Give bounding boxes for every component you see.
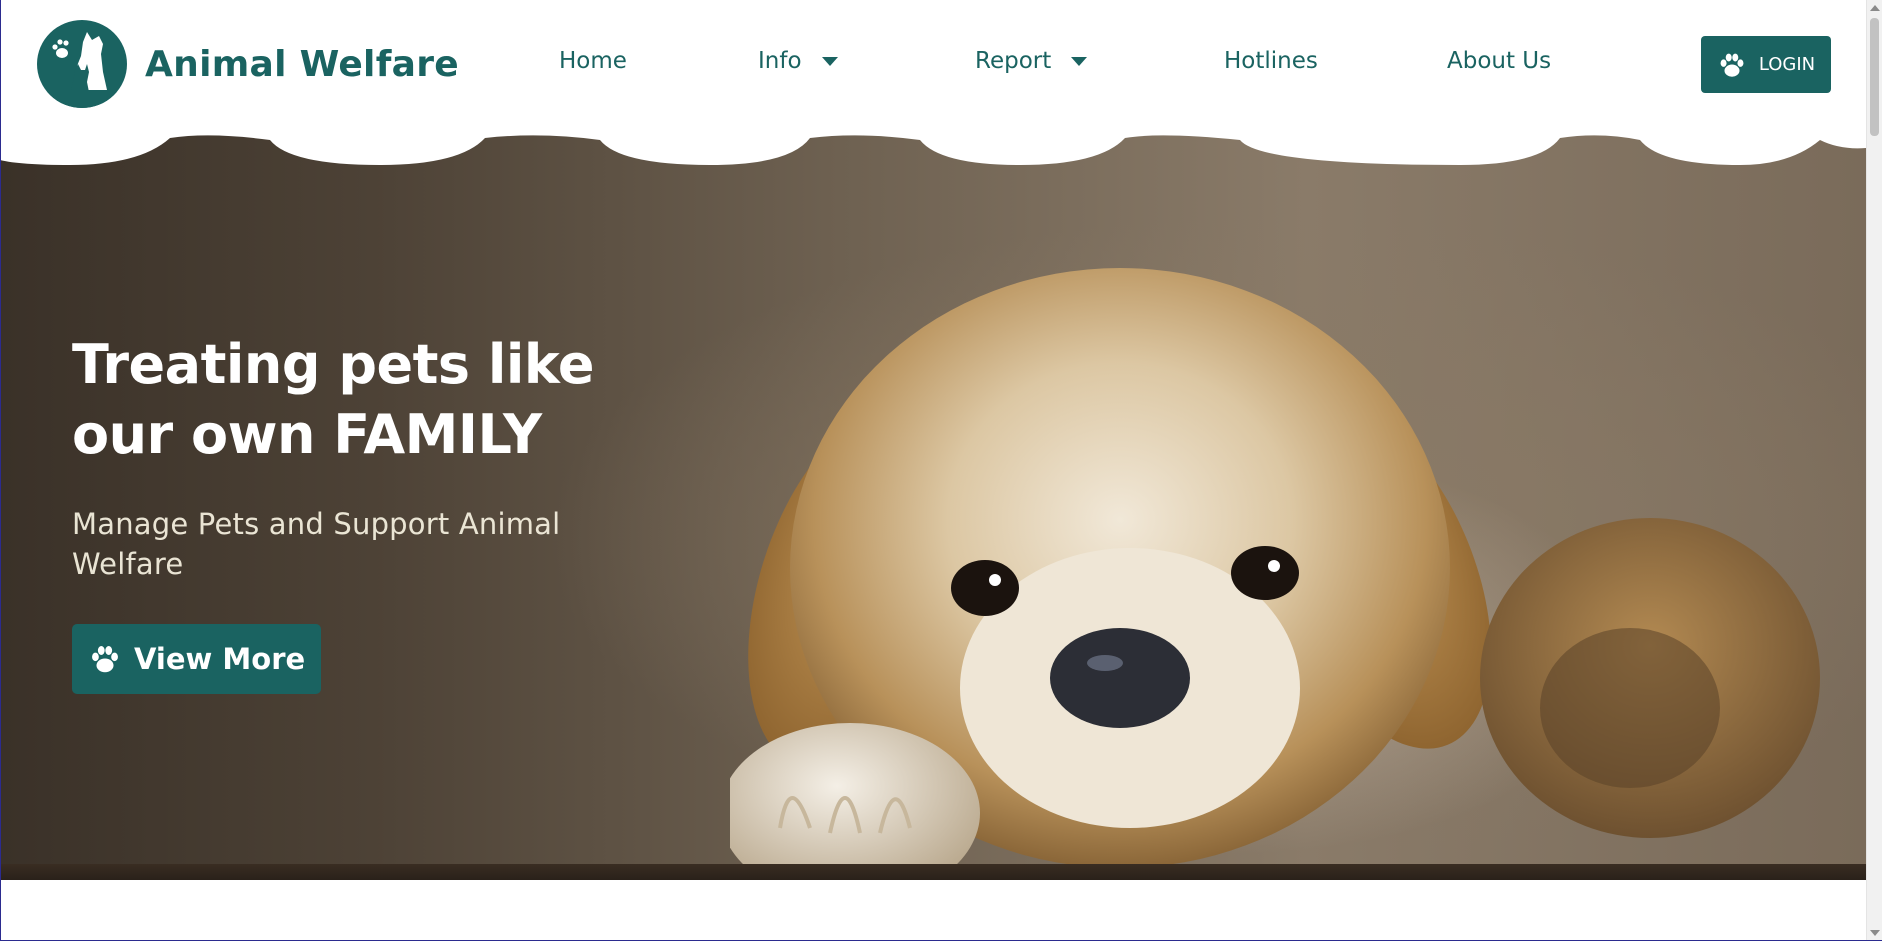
nav-item-label: About Us [1447, 48, 1552, 74]
scrollbar-thumb[interactable] [1870, 18, 1879, 136]
below-hero-area [0, 880, 1866, 941]
puppy-photo [730, 268, 1866, 880]
hero-subtitle: Manage Pets and Support Animal Welfare [72, 507, 561, 581]
login-label: LOGIN [1758, 54, 1816, 75]
nav-item-label: Report [975, 48, 1052, 74]
hero-title-line1: Treating pets like [72, 333, 594, 396]
nav-item-home[interactable]: Home [559, 48, 627, 74]
dog-cat-paw-logo [37, 20, 127, 108]
page: Treating pets like our own FAMILY Manage… [0, 0, 1866, 941]
nav-item-info[interactable]: Info [758, 48, 838, 74]
chevron-down-icon [1071, 56, 1088, 66]
hero-copy: Treating pets like our own FAMILY Manage… [72, 330, 692, 694]
brand-logo[interactable]: Animal Welfare [37, 20, 459, 108]
site-header: Animal Welfare Home Info Report Hotlines… [0, 0, 1866, 170]
hero-title: Treating pets like our own FAMILY [72, 330, 692, 470]
view-more-button[interactable]: View More [72, 624, 322, 694]
scroll-down-icon[interactable] [1870, 930, 1880, 936]
hero-ground [0, 864, 1866, 880]
hero-banner: Treating pets like our own FAMILY Manage… [0, 118, 1866, 880]
login-button[interactable]: LOGIN [1701, 36, 1831, 93]
brand-name: Animal Welfare [145, 43, 460, 85]
nav-item-label: Info [758, 48, 802, 74]
scroll-up-icon[interactable] [1870, 5, 1880, 11]
vertical-scrollbar[interactable] [1866, 0, 1882, 941]
nav-item-hotlines[interactable]: Hotlines [1224, 48, 1318, 74]
nav-item-label: Hotlines [1224, 48, 1318, 74]
nav-item-label: Home [559, 48, 627, 74]
view-more-label: View More [134, 642, 306, 676]
hero-title-line2: our own FAMILY [72, 403, 542, 466]
nav-item-about-us[interactable]: About Us [1447, 48, 1551, 74]
chevron-down-icon [821, 56, 838, 66]
nav-item-report[interactable]: Report [975, 48, 1088, 74]
paw-icon [92, 646, 118, 673]
paw-icon [1720, 53, 1744, 77]
